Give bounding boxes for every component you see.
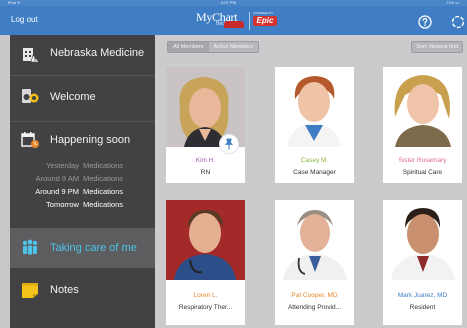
sidebar-divider — [10, 121, 155, 122]
sidebar-item-welcome[interactable]: Welcome — [10, 77, 155, 117]
member-role: Resident — [409, 304, 436, 311]
care-team-card[interactable]: Loren L. Respiratory Ther... — [166, 200, 245, 325]
sync-icon[interactable] — [451, 15, 465, 29]
member-name: Casey M. — [300, 157, 329, 164]
logo-divider — [249, 12, 250, 30]
member-photo — [275, 200, 354, 280]
sidebar-item-taking-care[interactable]: Taking care of me — [10, 228, 155, 268]
member-photo — [383, 67, 462, 147]
member-photo — [383, 200, 462, 280]
sidebar-label-happening-soon: Happening soon — [50, 134, 131, 146]
member-role: Attending Provid... — [287, 304, 342, 311]
member-role: Respiratory Ther... — [178, 304, 233, 311]
sidebar-label-welcome: Welcome — [50, 91, 96, 103]
tab-all-members[interactable]: All Members — [168, 42, 209, 52]
sidebar-item-hospital[interactable]: Nebraska Medicine — [10, 35, 155, 71]
epic-logo: Epic — [253, 16, 277, 26]
member-name: Sister Rosemary — [398, 157, 447, 164]
care-team-people-icon — [22, 239, 38, 255]
care-team-panel: All Members Active Members Sort: Newest … — [155, 35, 467, 328]
member-photo — [275, 67, 354, 147]
welcome-speaker-icon — [22, 89, 39, 103]
mychart-bedside-logo: MyChart Bedside POWERED BY Epic — [194, 10, 280, 32]
member-filter-tabs: All Members Active Members — [167, 41, 259, 53]
care-team-card[interactable]: Mark Juarez, MD Resident — [383, 200, 462, 325]
sidebar-label-notes: Notes — [50, 284, 79, 296]
top-nav-bar: Log out MyChart Bedside POWERED BY Epic — [0, 6, 467, 35]
notes-icon — [22, 283, 38, 298]
tab-active-members[interactable]: Active Members — [208, 42, 258, 52]
hospital-building-icon — [23, 48, 40, 63]
help-icon[interactable] — [418, 15, 432, 29]
sidebar-label-taking-care: Taking care of me — [50, 242, 137, 254]
sort-button[interactable]: Sort: Newest first — [411, 41, 463, 53]
sidebar-item-happening-soon[interactable]: Happening soon — [10, 123, 155, 157]
sidebar-label-hospital: Nebraska Medicine — [50, 47, 145, 59]
schedule-item[interactable]: Around 9 PM Medications — [10, 187, 155, 196]
primary-nurse-badge — [219, 134, 239, 154]
member-name: Pat Cooper, MD — [291, 292, 338, 299]
sidebar: Nebraska Medicine Welcome Happening soon… — [10, 35, 155, 328]
member-name: Kim H. — [195, 157, 216, 164]
member-name: Mark Juarez, MD — [397, 292, 448, 299]
schedule-label: Medications — [82, 161, 123, 170]
member-name: Loren L. — [193, 292, 218, 299]
schedule-item[interactable]: Around 9 AM Medications — [10, 174, 155, 183]
care-team-card[interactable]: Casey M. Case Manager — [275, 67, 354, 183]
schedule-label: Medications — [82, 200, 123, 209]
logo-powered-by: POWERED BY — [253, 11, 274, 15]
care-team-card[interactable]: Kim H. RN — [166, 67, 245, 183]
sidebar-item-notes[interactable]: Notes — [10, 271, 155, 311]
care-team-card[interactable]: Pat Cooper, MD Attending Provid... — [275, 200, 354, 325]
schedule-time: Tomorrow — [46, 200, 79, 209]
member-role: Case Manager — [293, 169, 336, 176]
schedule-time: Around 9 PM — [35, 187, 79, 196]
member-role: Spiritual Care — [402, 169, 443, 176]
schedule-time: Yesterday — [45, 161, 79, 170]
schedule-time: Around 9 AM — [35, 174, 79, 183]
member-photo — [166, 200, 245, 280]
member-role: RN — [200, 169, 211, 176]
calendar-clock-icon — [21, 132, 39, 148]
care-team-card[interactable]: Sister Rosemary Spiritual Care — [383, 67, 462, 183]
logout-button[interactable]: Log out — [11, 15, 38, 24]
pin-icon — [224, 138, 234, 150]
schedule-item[interactable]: Tomorrow Medications — [10, 200, 155, 209]
sidebar-divider — [10, 75, 155, 76]
logo-bed-icon — [224, 21, 244, 28]
schedule-label: Medications — [82, 174, 123, 183]
schedule-item[interactable]: Yesterday Medications — [10, 161, 155, 170]
schedule-label: Medications — [82, 187, 123, 196]
